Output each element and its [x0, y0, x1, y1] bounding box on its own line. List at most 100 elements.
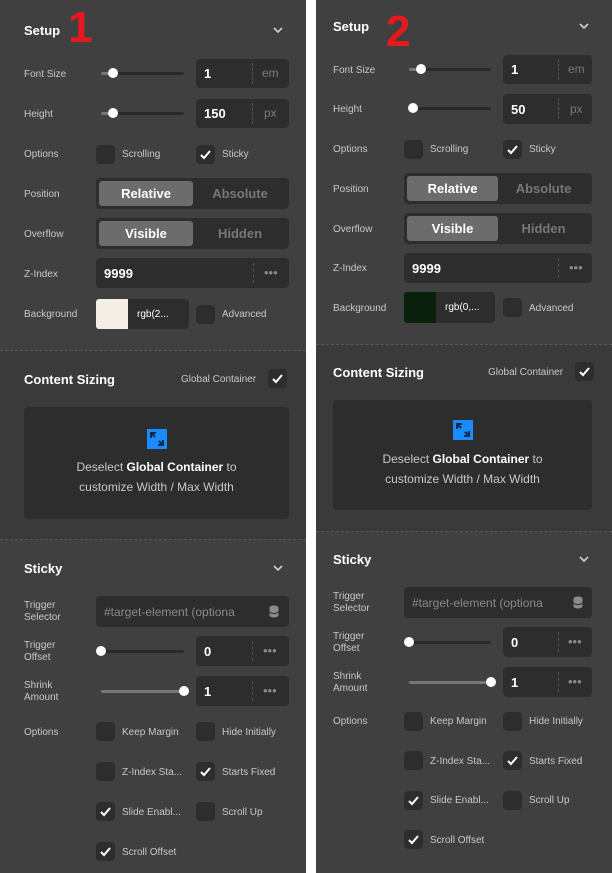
trigger-offset-slider-handle[interactable] [404, 637, 414, 647]
scrolling-checkbox[interactable] [404, 140, 423, 159]
trigger-offset-slider[interactable] [101, 650, 184, 653]
info-line-1: Deselect Global Container to [24, 457, 289, 477]
keep-margin-checkbox[interactable] [96, 722, 115, 741]
label-line: Offset [24, 652, 51, 663]
options-label: Options [24, 149, 59, 160]
info-bold-text: Global Container [126, 460, 224, 474]
scroll-offset-checkbox[interactable] [96, 842, 115, 861]
scroll-offset-checkbox[interactable] [404, 830, 423, 849]
chevron-down-icon[interactable] [577, 19, 591, 33]
color-swatch[interactable] [404, 292, 436, 323]
shrink-amount-input[interactable]: 1 ••• [196, 676, 289, 706]
height-slider-handle[interactable] [108, 108, 118, 118]
slide-enabl-checkbox[interactable] [96, 802, 115, 821]
height-slider[interactable] [409, 107, 491, 110]
position-absolute-option[interactable]: Absolute [498, 176, 589, 201]
label-line: Selector [333, 603, 370, 614]
scrolling-label: Scrolling [122, 149, 161, 160]
overflow-hidden-option[interactable]: Hidden [193, 221, 287, 246]
starts-fixed-label: Starts Fixed [222, 767, 276, 778]
shrink-amount-slider-handle[interactable] [179, 686, 189, 696]
overflow-hidden-option[interactable]: Hidden [498, 216, 589, 241]
label-line: Trigger [24, 640, 56, 651]
hide-initially-checkbox[interactable] [196, 722, 215, 741]
overflow-visible-option[interactable]: Visible [407, 216, 498, 241]
settings-panel-2: Setup 2 Font Size 1 em Height 50 px Opti… [316, 0, 612, 873]
trigger-offset-input[interactable]: 0 ••• [196, 636, 289, 666]
shrink-amount-input[interactable]: 1 ••• [503, 667, 592, 697]
sticky-checkbox[interactable] [503, 140, 522, 159]
font-size-unit[interactable]: em [262, 66, 279, 80]
more-options-icon[interactable]: ••• [569, 261, 583, 274]
starts-fixed-checkbox[interactable] [196, 762, 215, 781]
font-size-slider-handle[interactable] [416, 64, 426, 74]
hide-initially-checkbox[interactable] [503, 712, 522, 731]
advanced-label: Advanced [529, 303, 574, 314]
height-unit[interactable]: px [264, 106, 277, 120]
chevron-down-icon[interactable] [271, 23, 285, 37]
chevron-down-icon[interactable] [577, 552, 591, 566]
chevron-down-icon[interactable] [271, 561, 285, 575]
background-color-value: rgb(2... [137, 309, 169, 320]
keep-margin-checkbox[interactable] [404, 712, 423, 731]
more-options-icon[interactable]: ••• [263, 684, 277, 697]
font-size-slider-handle[interactable] [108, 68, 118, 78]
position-absolute-option[interactable]: Absolute [193, 181, 287, 206]
info-text: Deselect [382, 452, 433, 466]
more-options-icon[interactable]: ••• [264, 266, 278, 279]
height-value: 50 [511, 102, 526, 117]
more-options-icon[interactable]: ••• [263, 644, 277, 657]
zindex-input[interactable]: 9999 ••• [96, 258, 289, 288]
more-options-icon[interactable]: ••• [568, 635, 582, 648]
trigger-selector-input[interactable]: #target-element (optiona [404, 587, 592, 618]
expand-icon [453, 420, 473, 440]
scroll-up-checkbox[interactable] [196, 802, 215, 821]
trigger-selector-input[interactable]: #target-element (optiona [96, 596, 289, 627]
shrink-amount-slider[interactable] [409, 681, 491, 684]
label-line: Shrink [24, 680, 53, 691]
shrink-amount-slider[interactable] [101, 690, 184, 693]
sticky-checkbox[interactable] [196, 145, 215, 164]
global-container-checkbox[interactable] [575, 362, 594, 381]
trigger-offset-label: Trigger Offset [333, 631, 364, 655]
trigger-offset-value: 0 [204, 644, 212, 659]
zindex-sta-checkbox[interactable] [404, 751, 423, 770]
slide-enabl-label: Slide Enabl... [430, 795, 489, 806]
database-icon[interactable] [269, 605, 279, 618]
height-unit[interactable]: px [570, 102, 583, 116]
font-size-input[interactable]: 1 em [503, 55, 592, 84]
overflow-label: Overflow [24, 229, 64, 240]
scrolling-checkbox[interactable] [96, 145, 115, 164]
more-options-icon[interactable]: ••• [568, 675, 582, 688]
scroll-up-checkbox[interactable] [503, 791, 522, 810]
overflow-visible-option[interactable]: Visible [99, 221, 193, 246]
global-container-checkbox[interactable] [268, 369, 287, 388]
position-relative-option[interactable]: Relative [407, 176, 498, 201]
font-size-input[interactable]: 1 em [196, 59, 289, 88]
trigger-selector-label: Trigger Selector [333, 591, 370, 615]
height-input[interactable]: 150 px [196, 99, 289, 128]
slide-enabl-checkbox[interactable] [404, 791, 423, 810]
shrink-amount-slider-handle[interactable] [486, 677, 496, 687]
font-size-unit[interactable]: em [568, 62, 585, 76]
background-color-picker[interactable]: rgb(0,... [404, 292, 495, 323]
zindex-input[interactable]: 9999 ••• [404, 253, 592, 283]
zindex-value: 9999 [412, 261, 441, 276]
trigger-offset-slider[interactable] [409, 641, 491, 644]
advanced-checkbox[interactable] [196, 305, 215, 324]
trigger-offset-label: Trigger Offset [24, 640, 55, 664]
position-relative-option[interactable]: Relative [99, 181, 193, 206]
section-divider [0, 539, 306, 540]
starts-fixed-checkbox[interactable] [503, 751, 522, 770]
advanced-checkbox[interactable] [503, 298, 522, 317]
trigger-offset-input[interactable]: 0 ••• [503, 627, 592, 657]
background-color-value: rgb(0,... [445, 302, 480, 313]
sticky-section-title: Sticky [333, 552, 372, 567]
database-icon[interactable] [573, 596, 583, 609]
trigger-offset-slider-handle[interactable] [96, 646, 106, 656]
color-swatch[interactable] [96, 299, 128, 329]
height-input[interactable]: 50 px [503, 94, 592, 124]
zindex-sta-checkbox[interactable] [96, 762, 115, 781]
height-slider-handle[interactable] [408, 103, 418, 113]
background-color-picker[interactable]: rgb(2... [96, 299, 189, 329]
